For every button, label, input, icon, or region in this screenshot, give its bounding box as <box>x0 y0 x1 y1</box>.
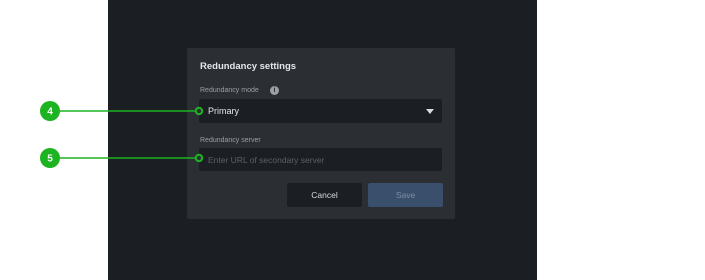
callout-4-number: 4 <box>47 107 53 118</box>
callout-overlay: 4 5 <box>40 101 204 168</box>
callout-5: 5 <box>40 148 204 168</box>
callout-4: 4 <box>40 101 204 121</box>
callout-5-number: 5 <box>47 154 53 165</box>
